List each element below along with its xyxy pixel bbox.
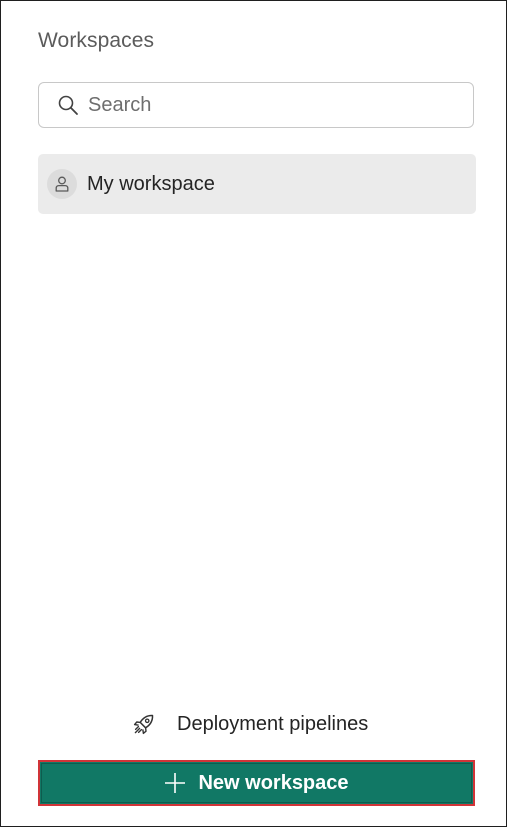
plus-icon — [164, 772, 186, 794]
new-workspace-button[interactable]: New workspace — [38, 760, 475, 806]
panel-title: Workspaces — [38, 29, 155, 52]
person-icon — [47, 169, 77, 199]
search-icon — [56, 93, 80, 117]
workspace-item-label: My workspace — [87, 172, 215, 195]
workspace-item-my-workspace[interactable]: My workspace — [38, 154, 476, 214]
search-box[interactable] — [38, 82, 474, 128]
new-workspace-label: New workspace — [198, 771, 349, 794]
rocket-icon — [131, 711, 157, 737]
workspaces-panel: Workspaces My workspace — [0, 0, 507, 827]
deployment-pipelines-link[interactable]: Deployment pipelines — [131, 707, 368, 741]
deployment-pipelines-label: Deployment pipelines — [177, 712, 369, 735]
search-input[interactable] — [88, 93, 448, 117]
